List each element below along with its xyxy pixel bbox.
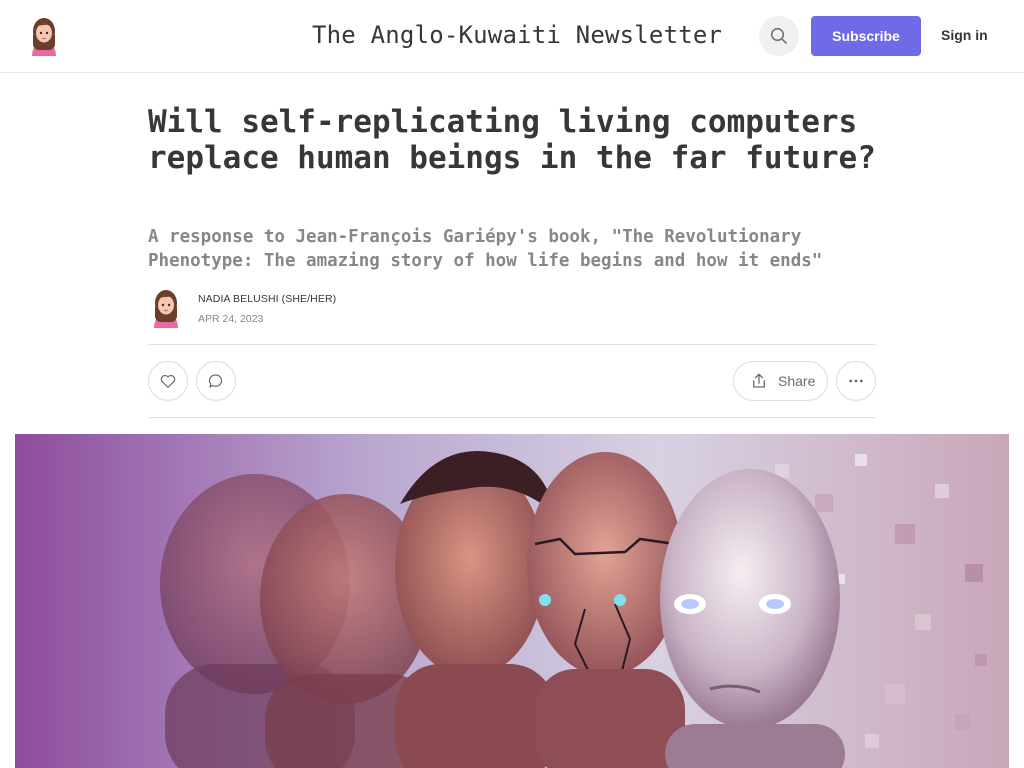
- post-title: Will self-replicating living computers r…: [148, 104, 876, 176]
- post-subtitle: A response to Jean-François Gariépy's bo…: [148, 227, 823, 271]
- like-button[interactable]: [148, 361, 188, 401]
- hero-image[interactable]: [15, 434, 1009, 768]
- divider-bottom: [148, 417, 876, 418]
- publication-title[interactable]: The Anglo-Kuwaiti Newsletter: [312, 21, 722, 49]
- author-avatar[interactable]: [148, 288, 184, 328]
- comment-button[interactable]: [196, 361, 236, 401]
- publication-logo-avatar[interactable]: [26, 16, 62, 56]
- post-date: APR 24, 2023: [198, 313, 264, 325]
- heart-icon: [160, 374, 176, 388]
- subscribe-button[interactable]: Subscribe: [811, 16, 921, 56]
- top-navigation-bar: The Anglo-Kuwaiti Newsletter Subscribe S…: [0, 0, 1024, 73]
- share-button[interactable]: Share: [733, 361, 828, 401]
- share-label: Share: [778, 373, 816, 389]
- more-options-button[interactable]: [836, 361, 876, 401]
- search-icon: [770, 27, 787, 44]
- author-name[interactable]: NADIA BELUSHI (SHE/HER): [198, 293, 336, 305]
- sign-in-link[interactable]: Sign in: [941, 27, 988, 43]
- share-icon: [750, 372, 768, 390]
- search-button[interactable]: [759, 16, 799, 56]
- comment-icon: [208, 374, 223, 388]
- divider-top: [148, 344, 876, 345]
- ellipsis-icon: [849, 379, 863, 383]
